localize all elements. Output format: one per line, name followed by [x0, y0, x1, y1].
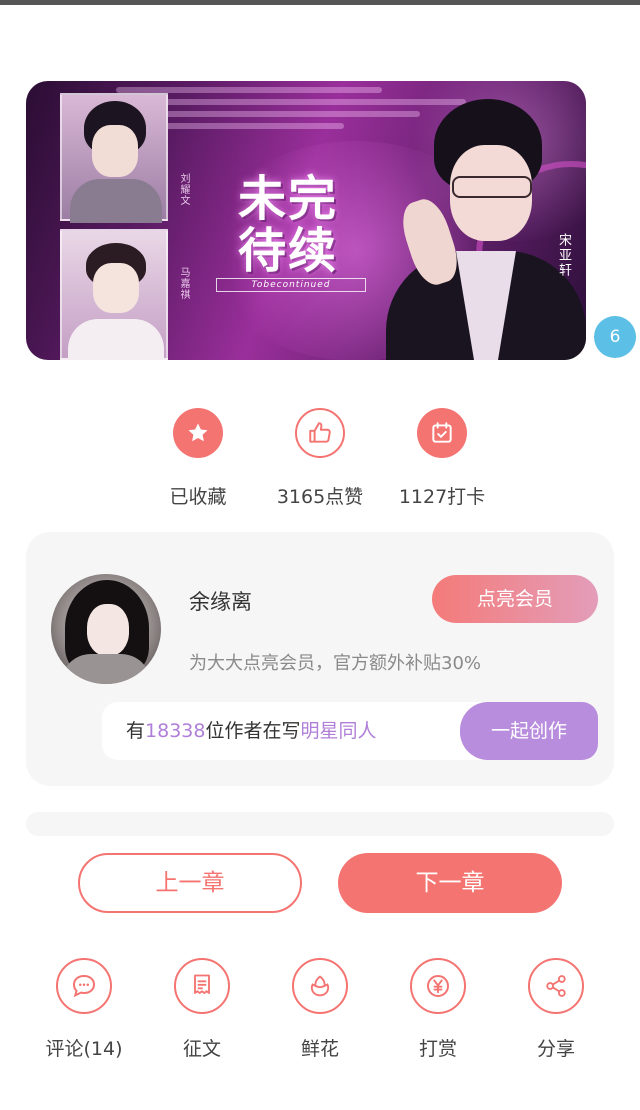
- activate-vip-button[interactable]: 点亮会员: [432, 575, 598, 623]
- writers-prefix: 有: [126, 720, 146, 742]
- status-bar-strip: [0, 0, 640, 5]
- image-count-badge[interactable]: 6: [594, 316, 636, 358]
- banner-title-line: 未完: [238, 171, 339, 227]
- banner-portrait-panel: [60, 229, 168, 360]
- comment-icon[interactable]: [56, 958, 112, 1014]
- writers-topic: 明星同人: [300, 720, 377, 742]
- yen-coin-icon[interactable]: [410, 958, 466, 1014]
- portrait-body: [70, 179, 162, 223]
- flower-tool[interactable]: 鲜花: [270, 958, 370, 1061]
- banner-portrait-panel: [60, 93, 168, 223]
- username[interactable]: 余缘离: [189, 586, 252, 616]
- portrait-face: [92, 125, 138, 177]
- portrait-face: [93, 263, 139, 313]
- banner-subtitle: Tobecontinued: [216, 278, 366, 292]
- avatar[interactable]: [51, 574, 161, 684]
- create-together-button[interactable]: 一起创作: [460, 702, 598, 760]
- calendar-check-icon[interactable]: [417, 408, 467, 458]
- share-icon[interactable]: [528, 958, 584, 1014]
- flower-icon[interactable]: [292, 958, 348, 1014]
- chapter-banner-image[interactable]: 刘耀文 马嘉祺 未完 待续 Tobecontinued 宋亚轩: [26, 81, 586, 360]
- member-promo-card: 余缘离 点亮会员 为大大点亮会员，官方额外补贴30% 有18338位作者在写明星…: [26, 532, 614, 786]
- banner-side-name: 马嘉祺: [178, 267, 189, 300]
- like-count-label: 3165点赞: [276, 486, 364, 508]
- vip-description: 为大大点亮会员，官方额外补贴30%: [189, 653, 482, 674]
- thumbs-up-icon[interactable]: [295, 408, 345, 458]
- collect-label: 已收藏: [169, 486, 227, 508]
- checkin-action[interactable]: 1127打卡: [392, 408, 492, 509]
- share-tool[interactable]: 分享: [506, 958, 606, 1061]
- comment-tool[interactable]: 评论(14): [34, 958, 134, 1061]
- next-chapter-button[interactable]: 下一章: [338, 853, 562, 913]
- writers-count: 18338: [145, 720, 206, 742]
- contest-scroll-icon[interactable]: [174, 958, 230, 1014]
- tip-tool[interactable]: 打赏: [388, 958, 488, 1061]
- banner-title: 未完 待续: [238, 173, 338, 277]
- portrait-body: [68, 319, 164, 360]
- banner-title-line: 待续: [238, 223, 339, 279]
- contest-label: 征文: [182, 1038, 221, 1060]
- share-label: 分享: [536, 1038, 575, 1060]
- avatar-body: [61, 654, 151, 684]
- collect-action[interactable]: 已收藏: [148, 408, 248, 509]
- comment-label: 评论(14): [45, 1038, 123, 1060]
- section-divider: [26, 812, 614, 836]
- tip-label: 打赏: [418, 1038, 457, 1060]
- banner-character-name: 宋亚轩: [556, 233, 571, 278]
- writers-middle: 位作者在写: [205, 720, 301, 742]
- like-action[interactable]: 3165点赞: [270, 408, 370, 509]
- avatar-face: [87, 604, 129, 656]
- contest-tool[interactable]: 征文: [152, 958, 252, 1061]
- writers-text: 有18338位作者在写明星同人: [126, 702, 377, 760]
- writers-banner[interactable]: 有18338位作者在写明星同人 一起创作: [102, 702, 598, 760]
- banner-side-name: 刘耀文: [178, 173, 189, 206]
- flower-label: 鲜花: [300, 1038, 339, 1060]
- prev-chapter-button[interactable]: 上一章: [78, 853, 302, 913]
- checkin-count-label: 1127打卡: [398, 486, 486, 508]
- star-icon[interactable]: [173, 408, 223, 458]
- banner-figure-glasses: [452, 176, 532, 198]
